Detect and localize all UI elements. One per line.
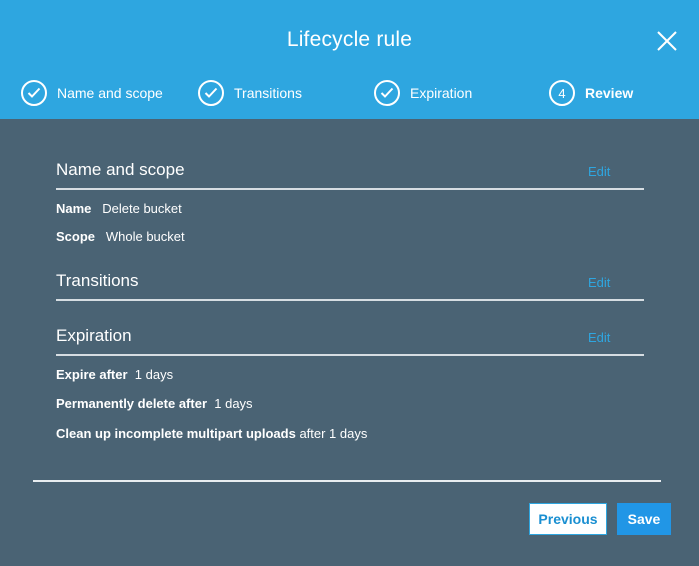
section-transitions: Transitions Edit [56,271,644,301]
detail-key: Permanently delete after [56,396,208,411]
footer-divider [33,480,661,482]
dialog-header: Lifecycle rule Name and scope Transition… [0,0,699,119]
detail-key: Name [56,201,92,216]
edit-expiration-link[interactable]: Edit [588,330,610,345]
step-number: 4 [549,80,575,106]
step-expiration[interactable]: Expiration [374,79,472,107]
detail-value: 1 days [134,367,174,382]
section-title: Name and scope [56,160,185,179]
detail-value: after 1 days [299,426,368,441]
detail-expire-after: Expire after 1 days [56,367,173,382]
detail-value: Delete bucket [102,201,182,216]
section-title: Transitions [56,271,139,290]
edit-name-and-scope-link[interactable]: Edit [588,164,610,179]
previous-button[interactable]: Previous [529,503,607,535]
close-icon[interactable] [655,29,679,53]
edit-transitions-link[interactable]: Edit [588,275,610,290]
step-review[interactable]: 4 Review [549,79,633,107]
detail-key: Scope [56,229,96,244]
detail-scope: Scope Whole bucket [56,229,185,244]
step-transitions[interactable]: Transitions [198,79,302,107]
check-circle-icon [374,80,400,106]
check-circle-icon [21,80,47,106]
dialog-title: Lifecycle rule [286,28,413,51]
detail-key: Clean up incomplete multipart uploads [56,426,296,441]
step-name-and-scope[interactable]: Name and scope [21,79,163,107]
check-circle-icon [198,80,224,106]
step-label: Expiration [410,85,473,101]
detail-value: 1 days [214,396,253,411]
detail-value: Whole bucket [105,229,185,244]
detail-cleanup-multipart: Clean up incomplete multipart uploads af… [56,426,367,441]
step-label: Review [585,85,634,101]
step-label: Name and scope [57,85,163,101]
section-expiration: Expiration Edit [56,326,644,356]
section-title: Expiration [56,326,132,345]
detail-name: Name Delete bucket [56,201,182,216]
detail-key: Expire after [56,367,128,382]
step-label: Transitions [234,85,302,101]
detail-permanently-delete: Permanently delete after 1 days [56,396,253,411]
save-button[interactable]: Save [617,503,671,535]
section-name-and-scope: Name and scope Edit [56,160,644,190]
